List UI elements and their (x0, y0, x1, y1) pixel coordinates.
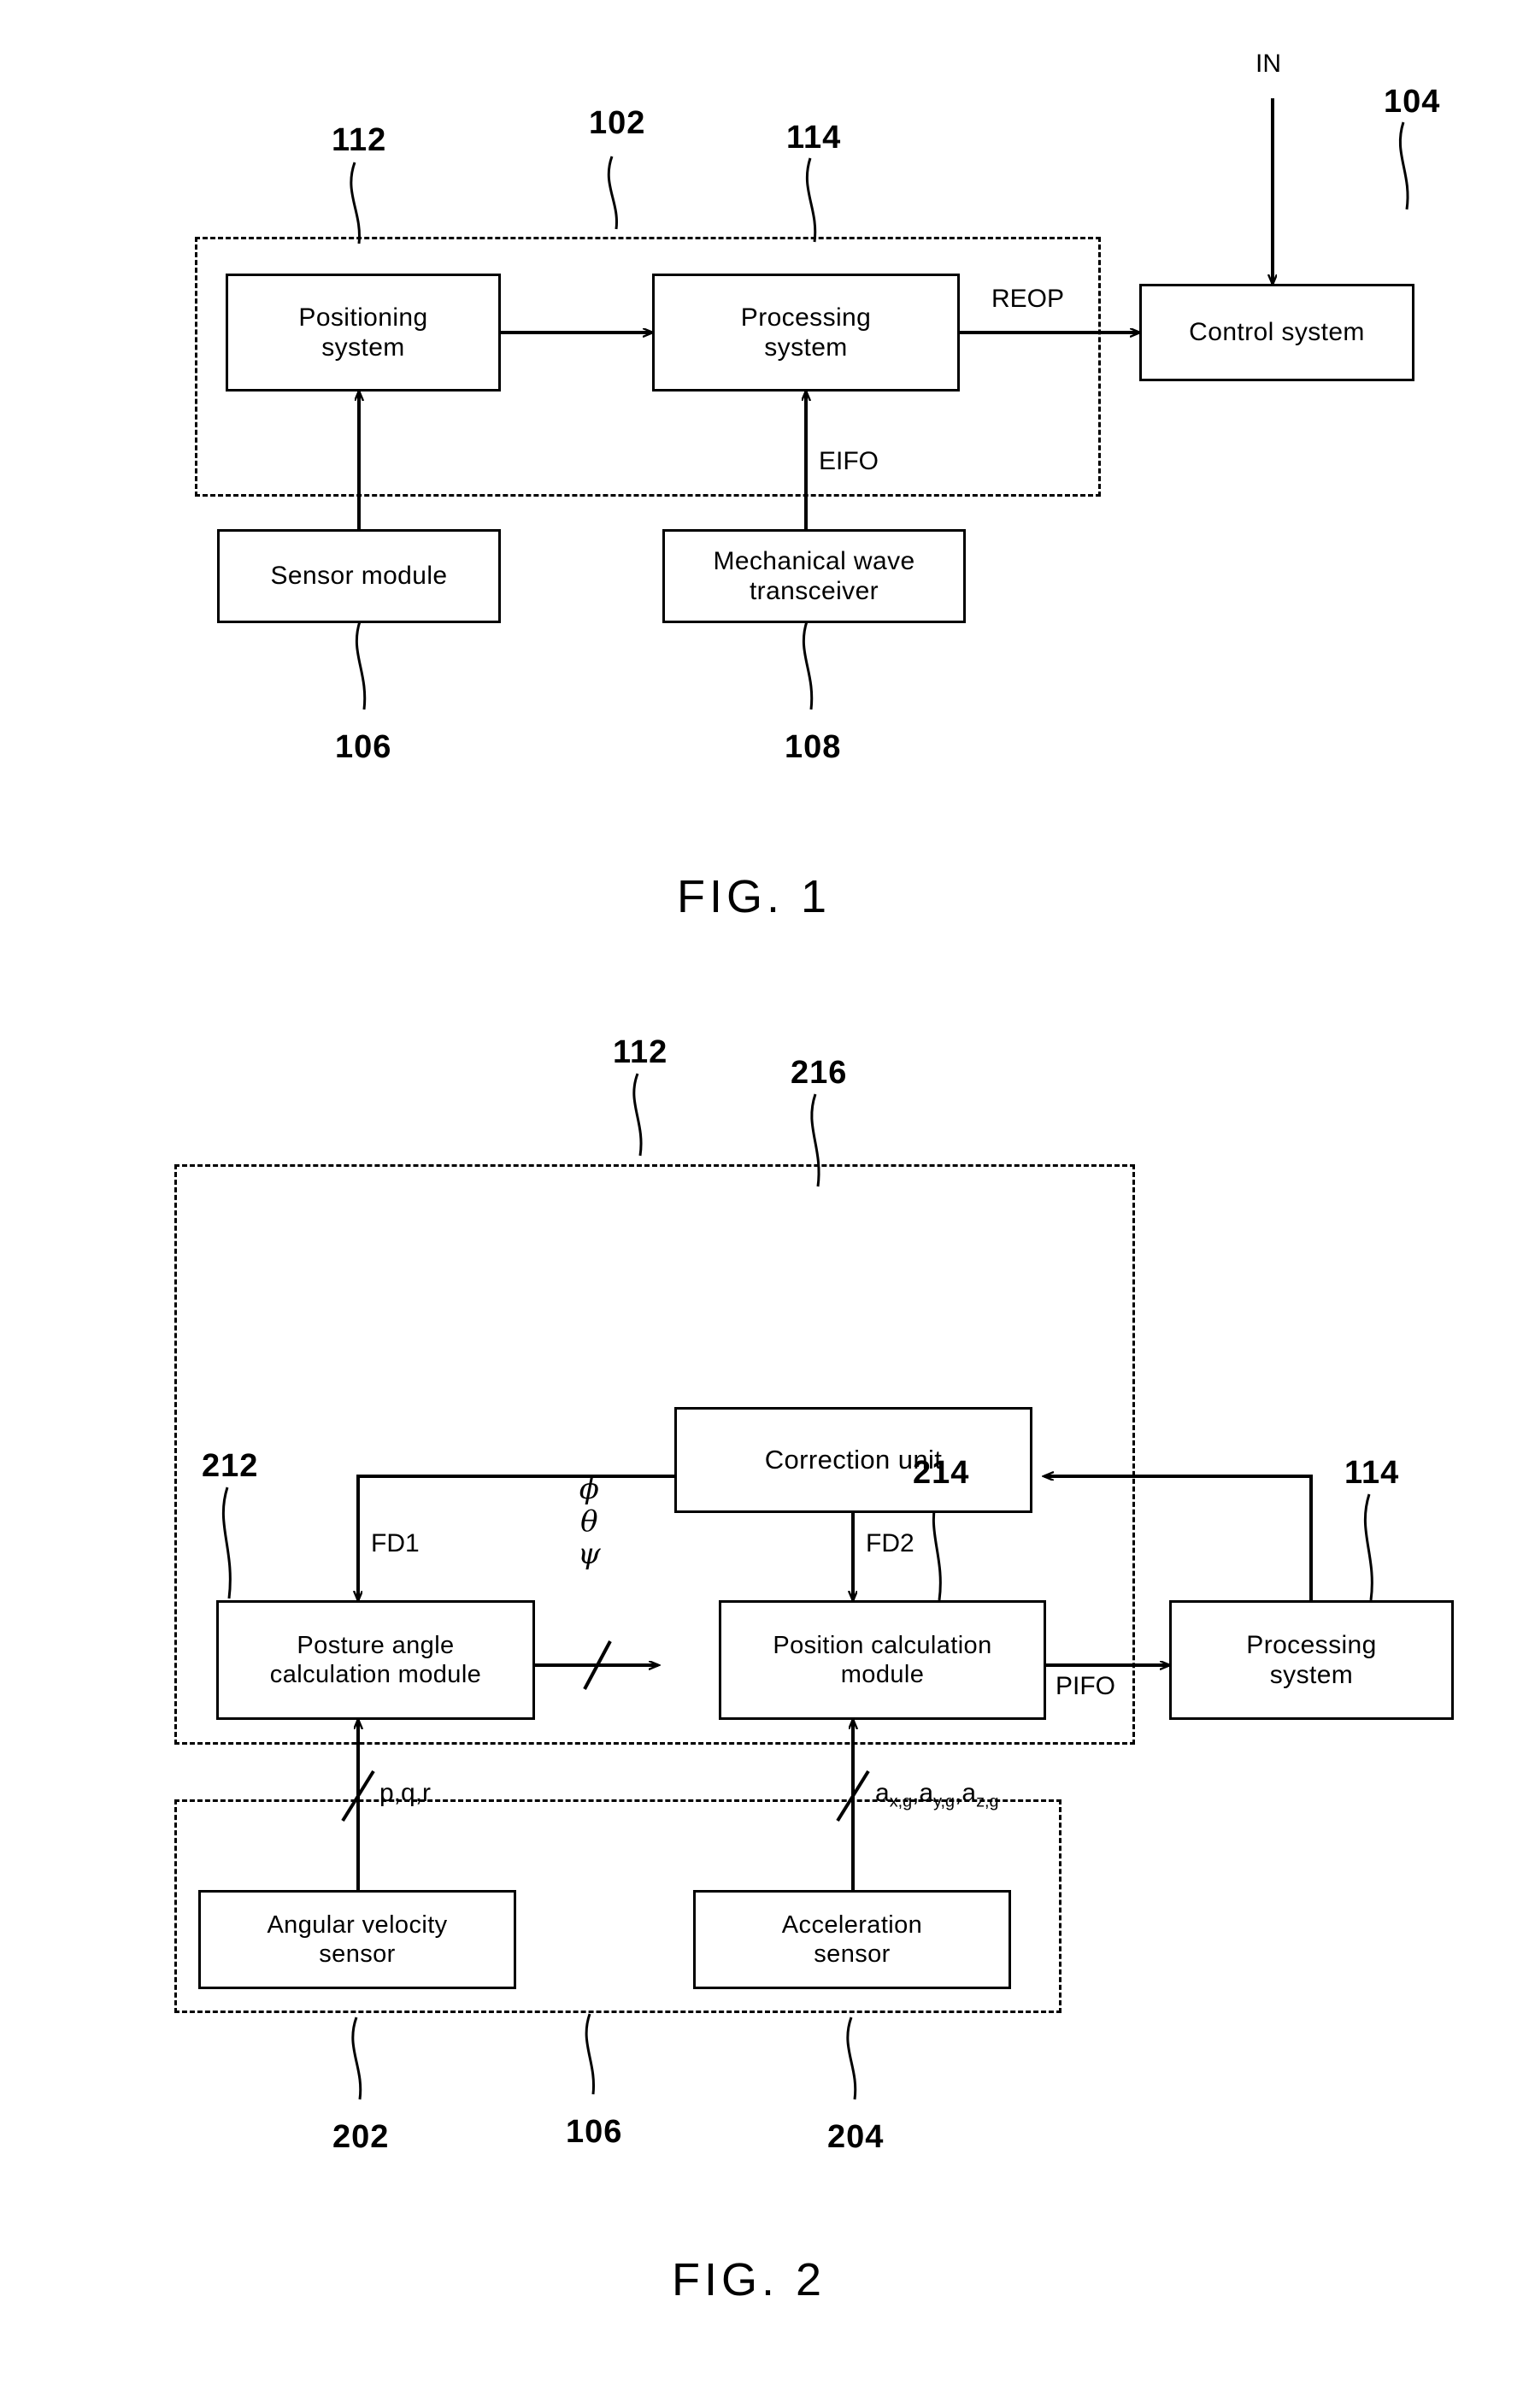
box-posture-angle-calculation-module[interactable]: Posture angle calculation module (216, 1600, 535, 1720)
ref-106-fig1: 106 (335, 729, 392, 765)
signal-label-fd2: FD2 (866, 1529, 914, 1557)
box-angular-velocity-sensor[interactable]: Angular velocity sensor (198, 1890, 516, 1989)
ref-114-fig2: 114 (1344, 1455, 1400, 1491)
figure1-caption: FIG. 1 (677, 871, 832, 922)
leader-106-fig1 (355, 621, 367, 710)
leader-114-fig2 (1363, 1493, 1373, 1601)
signal-label-accelerations: ax,g,ay,g,az,g (875, 1779, 999, 1811)
box-sensor-module[interactable]: Sensor module (217, 529, 501, 623)
box-control-system[interactable]: Control system (1139, 284, 1414, 381)
box-positioning-system[interactable]: Positioning system (226, 274, 501, 392)
leader-112-fig2 (632, 1073, 643, 1157)
signal-label-eifo: EIFO (819, 447, 879, 475)
ref-216: 216 (791, 1055, 848, 1091)
leader-204 (846, 2016, 857, 2100)
signal-label-euler-angles: ϕ θ ψ (578, 1472, 601, 1572)
ref-202: 202 (332, 2119, 390, 2155)
signal-label-angular-rates: p,q,r (379, 1779, 432, 1807)
figure2-caption: FIG. 2 (672, 2254, 826, 2305)
patent-drawing-sheet: Positioning system Processing system Con… (0, 0, 1529, 2408)
box-mechanical-wave-transceiver[interactable]: Mechanical wave transceiver (662, 529, 966, 623)
leader-104 (1398, 121, 1409, 210)
leader-106-fig2 (585, 2013, 596, 2095)
leader-112 (350, 162, 361, 244)
ref-204: 204 (827, 2119, 885, 2155)
leader-202 (351, 2016, 362, 2100)
ref-106-fig2: 106 (566, 2114, 623, 2150)
ref-214: 214 (913, 1455, 970, 1491)
leader-108-fig1 (802, 621, 814, 710)
ref-114-fig1: 114 (786, 120, 842, 156)
leader-114 (805, 157, 817, 243)
signal-label-fd1: FD1 (371, 1529, 420, 1557)
ref-104: 104 (1384, 84, 1441, 120)
box-processing-system-fig2[interactable]: Processing system (1169, 1600, 1454, 1720)
ref-112-fig2: 112 (613, 1034, 668, 1070)
ref-212: 212 (202, 1448, 259, 1484)
signal-label-pifo: PIFO (1056, 1672, 1116, 1700)
box-position-calculation-module[interactable]: Position calculation module (719, 1600, 1046, 1720)
box-acceleration-sensor[interactable]: Acceleration sensor (693, 1890, 1011, 1989)
signal-label-in: IN (1256, 50, 1281, 78)
box-processing-system-fig1[interactable]: Processing system (652, 274, 960, 392)
signal-label-reop: REOP (991, 285, 1065, 313)
ref-108-fig1: 108 (785, 729, 842, 765)
box-correction-unit[interactable]: Correction unit (674, 1407, 1032, 1513)
leader-102 (607, 156, 619, 230)
ref-102: 102 (589, 105, 646, 141)
ref-112-fig1: 112 (332, 122, 387, 158)
